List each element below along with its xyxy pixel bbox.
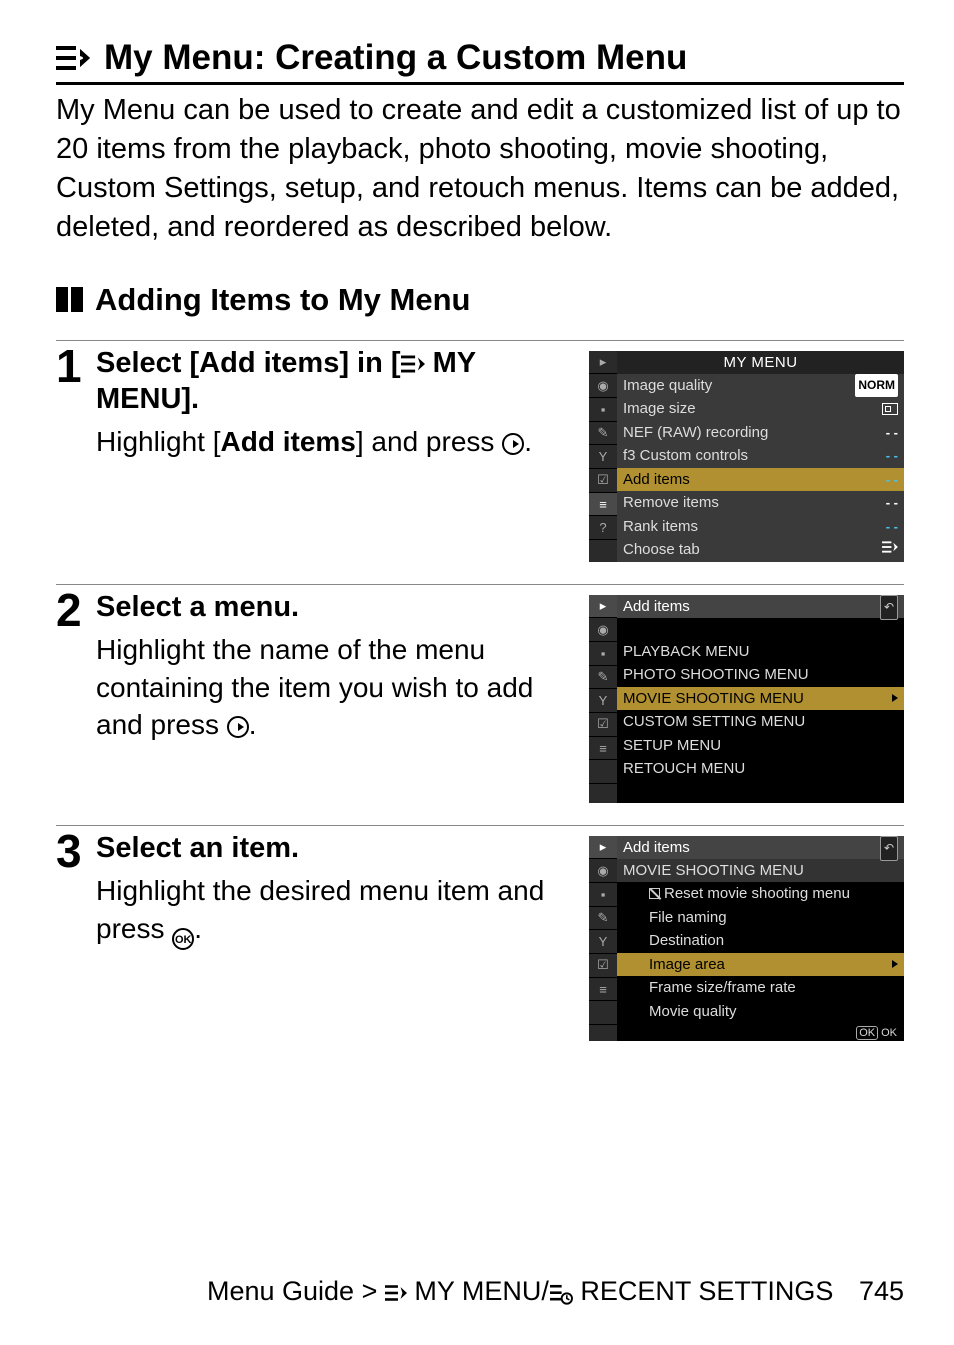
title-text: My Menu: Creating a Custom Menu bbox=[104, 38, 687, 78]
page-footer: Menu Guide > MY MENU/ RECENT SETTINGS 74… bbox=[56, 1276, 904, 1307]
intro-text: My Menu can be used to create and edit a… bbox=[56, 91, 904, 248]
step2-body: Highlight the name of the menu containin… bbox=[96, 631, 571, 744]
menu-row: Remove items- - bbox=[617, 491, 904, 515]
menu-row: CUSTOM SETTING MENU bbox=[617, 710, 904, 734]
step-3: 3 Select an item. Highlight the desired … bbox=[56, 825, 904, 1042]
step3-title: Select an item. bbox=[96, 830, 571, 866]
cam3-header: MOVIE SHOOTING MENU bbox=[617, 859, 904, 883]
subhead-marker-icon bbox=[56, 287, 83, 312]
menu-row: PLAYBACK MENU bbox=[617, 640, 904, 664]
menu-row: Image size bbox=[617, 397, 904, 421]
cam-tabs: ▸◉▪✎Y☑≡ bbox=[589, 595, 617, 803]
cam-tabs: ▸◉▪✎Y☑≡ bbox=[589, 836, 617, 1042]
menu-row: Reset movie shooting menu bbox=[617, 882, 904, 906]
menu-row: RETOUCH MENU bbox=[617, 757, 904, 781]
screenshot-3: ▸◉▪✎Y☑≡ Add items ↶ MOVIE SHOOTING MENU … bbox=[589, 836, 904, 1042]
back-icon: ↶ bbox=[880, 595, 898, 620]
step1-title: Select [Add items] in [ MY MENU]. bbox=[96, 345, 571, 418]
step-2: 2 Select a menu. Highlight the name of t… bbox=[56, 584, 904, 803]
menu-row: Destination bbox=[617, 929, 904, 953]
recent-settings-icon bbox=[549, 1283, 573, 1305]
menu-row: Add items- - bbox=[617, 468, 904, 492]
ok-button-icon: OK bbox=[172, 928, 194, 950]
cam3-title: Add items ↶ bbox=[617, 836, 904, 859]
menu-row: SETUP MENU bbox=[617, 734, 904, 758]
menu-row: Rank items- - bbox=[617, 515, 904, 539]
menu-row: NEF (RAW) recording- - bbox=[617, 421, 904, 445]
cam2-title: Add items ↶ bbox=[617, 595, 904, 618]
cam1-title: MY MENU bbox=[617, 351, 904, 374]
step2-title: Select a menu. bbox=[96, 589, 571, 625]
step1-body: Highlight [Add items] and press . bbox=[96, 423, 571, 461]
cam-tabs: ▸◉▪✎Y☑≡? bbox=[589, 351, 617, 562]
menu-row: Movie quality bbox=[617, 1000, 904, 1024]
menu-row: File naming bbox=[617, 906, 904, 930]
menu-row: Frame size/frame rate bbox=[617, 976, 904, 1000]
menu-row: MOVIE SHOOTING MENU bbox=[617, 687, 904, 711]
menu-row: f3 Custom controls- - bbox=[617, 444, 904, 468]
back-icon: ↶ bbox=[880, 836, 898, 861]
subhead-text: Adding Items to My Menu bbox=[95, 282, 470, 318]
step-number: 1 bbox=[56, 345, 88, 562]
step3-body: Highlight the desired menu item and pres… bbox=[96, 872, 571, 950]
step-number: 2 bbox=[56, 589, 88, 803]
step-1: 1 Select [Add items] in [ MY MENU]. High… bbox=[56, 340, 904, 562]
menu-row: Choose tab bbox=[617, 538, 904, 562]
mymenu-icon bbox=[401, 353, 425, 375]
multi-selector-right-icon bbox=[502, 433, 524, 455]
mymenu-icon bbox=[56, 43, 90, 73]
menu-row: Image qualityNORM bbox=[617, 374, 904, 398]
menu-row: Image area bbox=[617, 953, 904, 977]
page-number: 745 bbox=[859, 1276, 904, 1306]
screenshot-1: ▸◉▪✎Y☑≡? MY MENU Image qualityNORMImage … bbox=[589, 351, 904, 562]
multi-selector-right-icon bbox=[227, 716, 249, 738]
page-title: My Menu: Creating a Custom Menu bbox=[56, 38, 904, 85]
section-subhead: Adding Items to My Menu bbox=[56, 282, 904, 318]
ok-indicator: OKOK bbox=[617, 1023, 904, 1041]
menu-row: PHOTO SHOOTING MENU bbox=[617, 663, 904, 687]
step-number: 3 bbox=[56, 830, 88, 1042]
screenshot-2: ▸◉▪✎Y☑≡ Add items ↶ PLAYBACK MENUPHOTO S… bbox=[589, 595, 904, 803]
mymenu-icon bbox=[385, 1283, 407, 1303]
